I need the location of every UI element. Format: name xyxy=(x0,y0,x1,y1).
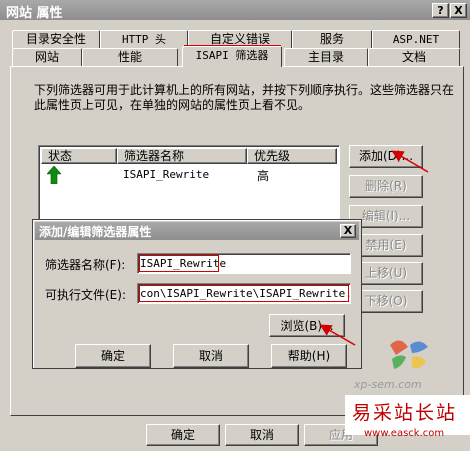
dialog-titlebar[interactable]: 添加/编辑筛选器属性 X xyxy=(35,222,359,240)
watermark-site-url: www.easck.com xyxy=(364,428,445,439)
filter-list[interactable]: 状态 筛选器名称 优先级 ISAPI_Rewrite 高 xyxy=(38,145,340,227)
browse-button[interactable]: 浏览(B)... xyxy=(269,314,345,337)
dialog-title: 添加/编辑筛选器属性 xyxy=(39,225,152,239)
tab-website[interactable]: 网站 xyxy=(12,48,82,66)
cancel-button[interactable]: 取消 xyxy=(225,424,299,446)
edit-filter-dialog: 添加/编辑筛选器属性 X 筛选器名称(F): ISAPI_Rewrite 可执行… xyxy=(32,219,362,369)
executable-label: 可执行文件(E): xyxy=(45,288,126,302)
dialog-ok-button[interactable]: 确定 xyxy=(75,344,151,368)
ok-button[interactable]: 确定 xyxy=(146,424,220,446)
filter-name-input[interactable]: ISAPI_Rewrite xyxy=(137,253,351,274)
add-button[interactable]: 添加(D)... xyxy=(349,145,423,168)
filter-priority-cell: 高 xyxy=(257,169,270,183)
filter-row[interactable]: ISAPI_Rewrite 高 xyxy=(41,166,337,184)
xp-logo-icon xyxy=(390,340,428,369)
watermark-site-name: 易采站长站 xyxy=(352,402,458,424)
green-up-arrow-icon xyxy=(47,166,61,184)
window-titlebar[interactable]: 网站 属性 ? X xyxy=(0,0,470,21)
tab-isapi-filters[interactable]: ISAPI 筛选器 xyxy=(182,46,282,67)
remove-button[interactable]: 删除(R) xyxy=(349,175,423,198)
watermark-logo-text: xp-sem.com xyxy=(354,378,422,391)
filter-name-label: 筛选器名称(F): xyxy=(45,258,126,272)
column-header-priority[interactable]: 优先级 xyxy=(247,148,337,164)
help-button[interactable]: ? xyxy=(432,3,449,18)
tab-documents[interactable]: 文档 xyxy=(368,48,460,66)
window-title: 网站 属性 xyxy=(6,6,63,21)
column-header-status[interactable]: 状态 xyxy=(41,148,117,164)
tab-home-directory[interactable]: 主目录 xyxy=(284,48,368,66)
tab-performance[interactable]: 性能 xyxy=(82,48,178,66)
dialog-help-button[interactable]: 帮助(H) xyxy=(271,344,347,368)
column-header-name[interactable]: 筛选器名称 xyxy=(117,148,247,164)
tab-http-headers[interactable]: HTTP 头 xyxy=(100,30,188,48)
close-button[interactable]: X xyxy=(450,3,467,18)
description-text: 下列筛选器可用于此计算机上的所有网站，并按下列顺序执行。这些筛选器只在此属性页上… xyxy=(34,83,455,112)
tab-directory-security[interactable]: 目录安全性 xyxy=(12,30,100,48)
executable-input[interactable]: con\ISAPI_Rewrite\ISAPI_Rewrite.dll xyxy=(137,283,351,304)
tab-aspnet[interactable]: ASP.NET xyxy=(372,30,460,48)
tab-service[interactable]: 服务 xyxy=(292,30,372,48)
dialog-cancel-button[interactable]: 取消 xyxy=(173,344,249,368)
filter-name-cell: ISAPI_Rewrite xyxy=(123,168,210,181)
dialog-close-button[interactable]: X xyxy=(340,224,356,238)
